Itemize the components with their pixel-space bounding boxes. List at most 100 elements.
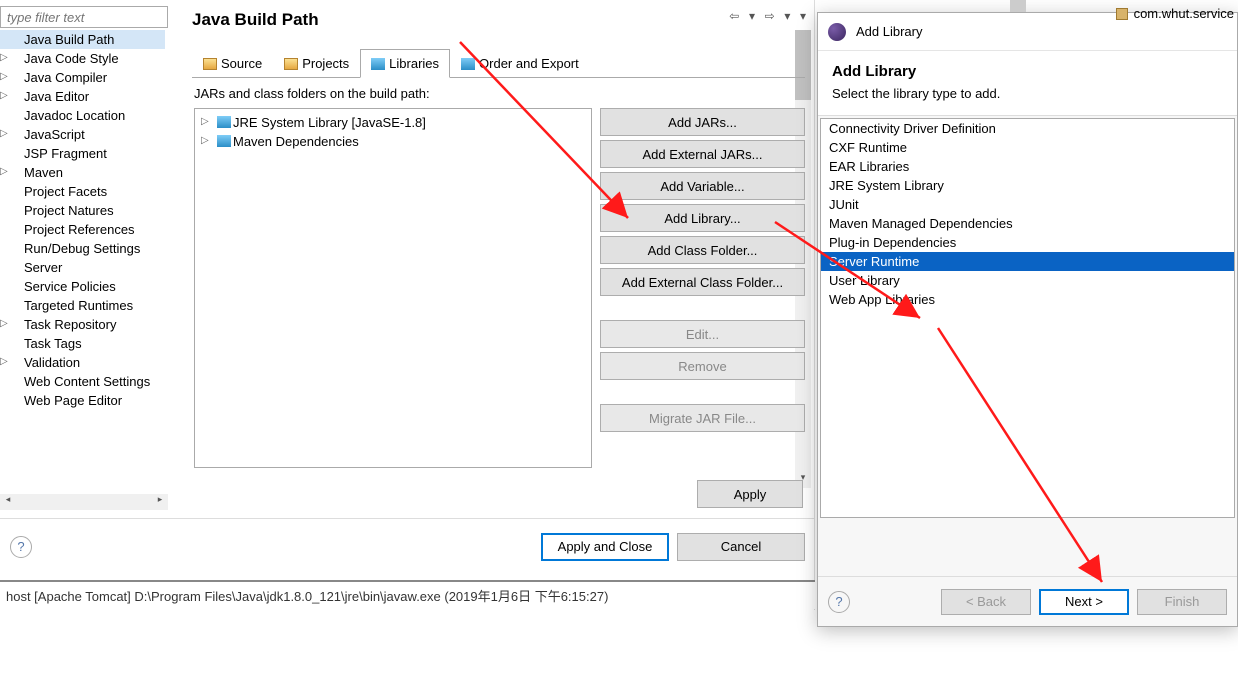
library-type-list[interactable]: Connectivity Driver DefinitionCXF Runtim… xyxy=(820,118,1235,518)
tree-item-label: JavaScript xyxy=(24,127,85,142)
library-type-item[interactable]: Maven Managed Dependencies xyxy=(821,214,1234,233)
tree-item[interactable]: Javadoc Location xyxy=(0,106,165,125)
expand-icon[interactable]: ▷ xyxy=(0,71,8,82)
back-menu-icon[interactable]: ▾ xyxy=(749,9,755,23)
tree-item[interactable]: Run/Debug Settings xyxy=(0,239,165,258)
tree-horizontal-scrollbar[interactable]: ◂▸ xyxy=(0,494,168,510)
apply-and-close-button[interactable]: Apply and Close xyxy=(541,533,669,561)
expand-icon[interactable]: ▷ xyxy=(0,52,8,63)
eclipse-icon xyxy=(828,23,846,41)
tree-item-label: Java Editor xyxy=(24,89,89,104)
expand-icon[interactable]: ▷ xyxy=(201,116,209,127)
expand-icon[interactable]: ▷ xyxy=(0,356,8,367)
expand-icon[interactable]: ▷ xyxy=(0,128,8,139)
tab-label: Order and Export xyxy=(479,56,579,71)
next-button[interactable]: Next > xyxy=(1039,589,1129,615)
tree-item[interactable]: Task Tags xyxy=(0,334,165,353)
tree-item-label: Web Content Settings xyxy=(24,374,150,389)
back-icon[interactable]: ⇦ xyxy=(729,9,739,23)
add-external-jars-button[interactable]: Add External JARs... xyxy=(600,140,805,168)
tab-order-and-export[interactable]: Order and Export xyxy=(450,49,590,77)
tab-label: Projects xyxy=(302,56,349,71)
library-type-item[interactable]: Web App Libraries xyxy=(821,290,1234,309)
tree-item-label: Run/Debug Settings xyxy=(24,241,140,256)
tab-projects[interactable]: Projects xyxy=(273,49,360,77)
finish-button: Finish xyxy=(1137,589,1227,615)
library-type-item[interactable]: JRE System Library xyxy=(821,176,1234,195)
tree-item-label: Task Tags xyxy=(24,336,82,351)
library-icon xyxy=(217,116,231,128)
tree-item[interactable]: Server xyxy=(0,258,165,277)
tree-item[interactable]: ▷ JavaScript xyxy=(0,125,165,144)
tree-item[interactable]: Project References xyxy=(0,220,165,239)
tree-item-label: Server xyxy=(24,260,62,275)
tree-item[interactable]: Web Page Editor xyxy=(0,391,165,410)
add-library-dialog: Add Library Add Library Select the libra… xyxy=(817,12,1238,627)
add-jars-button[interactable]: Add JARs... xyxy=(600,108,805,136)
tree-item[interactable]: ▷Java Code Style xyxy=(0,49,165,68)
expand-icon[interactable]: ▷ xyxy=(0,166,8,177)
expand-icon[interactable]: ▷ xyxy=(0,318,8,329)
tree-item-label: Project References xyxy=(24,222,135,237)
cancel-button[interactable]: Cancel xyxy=(677,533,805,561)
tree-item[interactable]: ▷ Task Repository xyxy=(0,315,165,334)
tab-label: Source xyxy=(221,56,262,71)
library-type-item[interactable]: CXF Runtime xyxy=(821,138,1234,157)
tree-item[interactable]: ▷Validation xyxy=(0,353,165,372)
add-library-subheading: Select the library type to add. xyxy=(832,86,1223,101)
apply-button[interactable]: Apply xyxy=(697,480,803,508)
add-class-folder-button[interactable]: Add Class Folder... xyxy=(600,236,805,264)
jars-list[interactable]: ▷JRE System Library [JavaSE-1.8]▷Maven D… xyxy=(194,108,592,468)
editor-remnant: com.whut.service xyxy=(1000,0,1238,30)
header-nav-icons[interactable]: ⇦ ▾ ⇨ ▾ ▾ xyxy=(723,8,806,23)
folder-icon xyxy=(203,58,217,70)
tree-item-label: Maven xyxy=(24,165,63,180)
library-type-item[interactable]: Plug-in Dependencies xyxy=(821,233,1234,252)
tree-item[interactable]: Service Policies xyxy=(0,277,165,296)
tree-item[interactable]: Project Natures xyxy=(0,201,165,220)
tree-item[interactable]: JSP Fragment xyxy=(0,144,165,163)
filter-input[interactable] xyxy=(0,6,168,28)
view-menu-icon[interactable]: ▾ xyxy=(800,9,806,23)
library-icon xyxy=(217,135,231,147)
library-type-item[interactable]: EAR Libraries xyxy=(821,157,1234,176)
editor-scrollbar-thumb[interactable] xyxy=(1010,0,1026,12)
tree-item[interactable]: ▷ Maven xyxy=(0,163,165,182)
tree-item-label: Service Policies xyxy=(24,279,116,294)
expand-icon[interactable]: ▷ xyxy=(0,90,8,101)
tree-item-label: Javadoc Location xyxy=(24,108,125,123)
forward-icon[interactable]: ⇨ xyxy=(765,9,775,23)
library-type-item[interactable]: Server Runtime xyxy=(821,252,1234,271)
tree-item[interactable]: Project Facets xyxy=(0,182,165,201)
tree-item-label: Java Compiler xyxy=(24,70,107,85)
package-label: com.whut.service xyxy=(1134,6,1234,21)
category-tree[interactable]: Java Build Path▷Java Code Style▷Java Com… xyxy=(0,30,165,495)
help-icon[interactable]: ? xyxy=(10,536,32,558)
library-entry[interactable]: ▷JRE System Library [JavaSE-1.8] xyxy=(195,113,591,132)
forward-menu-icon[interactable]: ▾ xyxy=(784,9,790,23)
help-icon[interactable]: ? xyxy=(828,591,850,613)
add-library-button[interactable]: Add Library... xyxy=(600,204,805,232)
add-external-class-folder-button[interactable]: Add External Class Folder... xyxy=(600,268,805,296)
tree-item[interactable]: ▷ Java Compiler xyxy=(0,68,165,87)
tree-item[interactable]: ▷ Java Editor xyxy=(0,87,165,106)
library-label: Maven Dependencies xyxy=(233,134,359,149)
properties-dialog: Java Build Path▷Java Code Style▷Java Com… xyxy=(0,0,815,610)
tree-item[interactable]: Web Content Settings xyxy=(0,372,165,391)
tree-item[interactable]: Java Build Path xyxy=(0,30,165,49)
library-entry[interactable]: ▷ Maven Dependencies xyxy=(195,132,591,151)
library-type-item[interactable]: User Library xyxy=(821,271,1234,290)
tree-item-label: Targeted Runtimes xyxy=(24,298,133,313)
tree-item-label: JSP Fragment xyxy=(24,146,107,161)
lib-icon xyxy=(461,58,475,70)
tab-libraries[interactable]: Libraries xyxy=(360,49,450,78)
add-variable-button[interactable]: Add Variable... xyxy=(600,172,805,200)
library-type-item[interactable]: Connectivity Driver Definition xyxy=(821,119,1234,138)
tree-item[interactable]: Targeted Runtimes xyxy=(0,296,165,315)
library-type-item[interactable]: JUnit xyxy=(821,195,1234,214)
tree-item-label: Task Repository xyxy=(24,317,116,332)
tree-item-label: Project Facets xyxy=(24,184,107,199)
expand-icon[interactable]: ▷ xyxy=(201,135,209,146)
folder-icon xyxy=(284,58,298,70)
tab-source[interactable]: Source xyxy=(192,49,273,77)
